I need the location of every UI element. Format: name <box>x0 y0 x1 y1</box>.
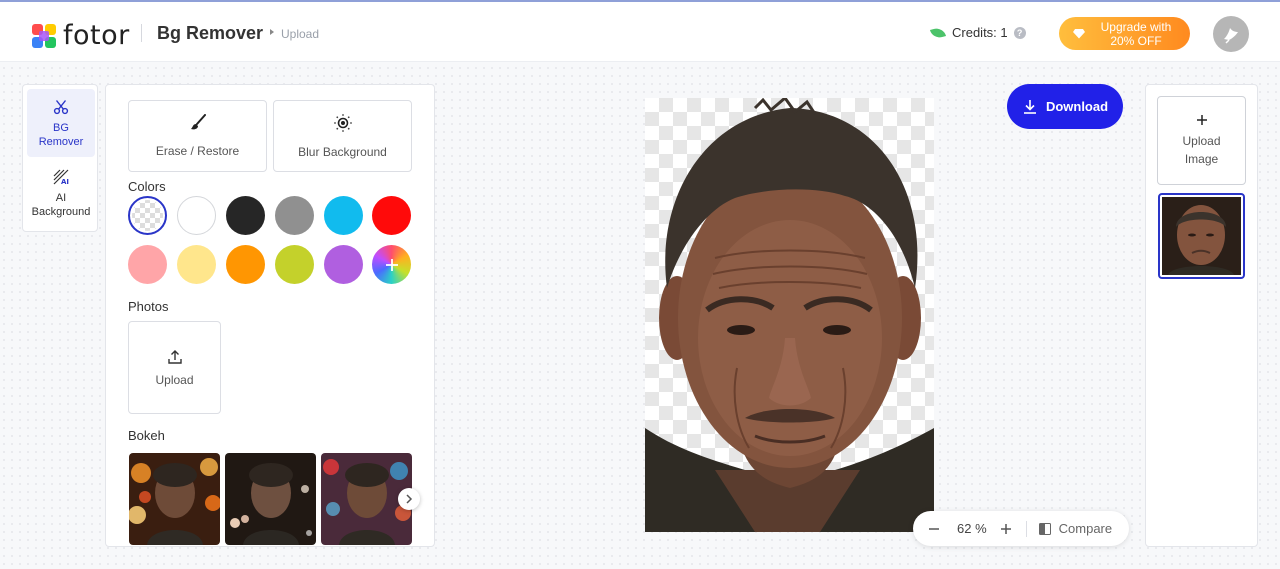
image-thumbnail-selected[interactable] <box>1158 193 1245 279</box>
diamond-icon <box>1073 28 1085 39</box>
compare-icon <box>1038 522 1051 535</box>
plus-icon <box>1000 523 1011 534</box>
colors-title: Colors <box>128 179 166 194</box>
upgrade-line2: 20% OFF <box>1110 33 1162 48</box>
add-custom-color-button[interactable] <box>372 245 411 284</box>
zoom-in-button[interactable] <box>994 517 1018 541</box>
bokeh-title: Bokeh <box>128 428 165 443</box>
fotor-logo[interactable]: fotor <box>31 20 130 51</box>
color-swatch-transparent[interactable] <box>128 196 167 235</box>
header-divider <box>141 24 142 42</box>
images-panel: Upload Image <box>1145 84 1258 547</box>
breadcrumb-upload[interactable]: Upload <box>281 27 319 41</box>
rail-item-ai-background[interactable]: AI AI Background <box>27 161 95 229</box>
rail-item-label: Remover <box>38 136 84 148</box>
rail-item-bg-remover[interactable]: BG Remover <box>27 89 95 157</box>
svg-text:AI: AI <box>61 178 69 185</box>
upgrade-line1: Upgrade with <box>1100 19 1172 34</box>
ai-background-icon: AI <box>53 169 69 185</box>
rail-item-label: BG <box>53 122 69 134</box>
plus-icon <box>1196 114 1207 125</box>
rail-item-label: AI <box>55 192 67 204</box>
compare-button[interactable]: Compare <box>1038 521 1113 536</box>
blur-icon <box>333 114 352 132</box>
help-icon[interactable]: ? <box>1013 26 1026 39</box>
zoom-controls: 62 % Compare <box>913 511 1129 546</box>
avatar[interactable] <box>1213 16 1249 52</box>
upload-image-line2: Image <box>1184 151 1219 166</box>
brush-icon <box>190 114 206 130</box>
color-swatch-yellow[interactable] <box>177 245 216 284</box>
minus-icon <box>929 527 939 530</box>
chevron-right-icon <box>406 494 413 504</box>
upgrade-button[interactable]: Upgrade with 20% OFF <box>1059 17 1190 50</box>
zoom-divider <box>1025 520 1027 537</box>
bokeh-thumbnail[interactable] <box>225 453 316 545</box>
color-swatch-black[interactable] <box>226 196 265 235</box>
color-swatch-red[interactable] <box>372 196 411 235</box>
upload-icon <box>167 349 182 364</box>
color-swatch-purple[interactable] <box>324 245 363 284</box>
download-button[interactable]: Download <box>1007 84 1123 129</box>
erase-restore-button[interactable]: Erase / Restore <box>128 100 267 172</box>
download-icon <box>1023 99 1036 114</box>
photo-upload-label: Upload <box>155 372 194 387</box>
bokeh-next-button[interactable] <box>398 488 420 510</box>
logo-wordmark: fotor <box>63 20 130 51</box>
upload-image-button[interactable]: Upload Image <box>1157 96 1246 185</box>
photos-title: Photos <box>128 299 169 314</box>
breadcrumb-chevron-icon <box>270 29 274 35</box>
color-swatch-lime[interactable] <box>275 245 314 284</box>
fotor-logo-icon <box>31 23 57 49</box>
plus-icon <box>385 258 398 271</box>
erase-restore-label: Erase / Restore <box>155 144 240 158</box>
zoom-out-button[interactable] <box>922 517 946 541</box>
blur-background-button[interactable]: Blur Background <box>273 100 412 172</box>
options-panel: Erase / Restore Blur Background Colors P… <box>105 84 435 547</box>
scissors-icon <box>53 100 69 115</box>
photo-upload-button[interactable]: Upload <box>128 321 221 414</box>
bird-icon <box>1224 28 1238 44</box>
rail-item-label: Background <box>31 206 91 218</box>
image-canvas[interactable] <box>645 98 934 532</box>
color-swatch-gray[interactable] <box>275 196 314 235</box>
credits-indicator: Credits: 1 ? <box>929 25 1026 40</box>
zoom-level: 62 % <box>957 521 987 536</box>
color-swatch-pink[interactable] <box>128 245 167 284</box>
compare-label: Compare <box>1058 521 1113 536</box>
top-header: fotor Bg Remover Upload Credits: 1 ? Upg… <box>0 0 1280 62</box>
tool-rail: BG Remover AI AI Background <box>22 84 98 232</box>
color-swatch-cyan[interactable] <box>324 196 363 235</box>
download-label: Download <box>1045 99 1109 114</box>
credits-label: Credits: 1 <box>952 25 1008 40</box>
leaf-icon <box>929 25 947 40</box>
upload-image-line1: Upload <box>1182 133 1221 148</box>
color-swatch-white[interactable] <box>177 196 216 235</box>
blur-background-label: Blur Background <box>298 145 387 159</box>
color-swatch-orange[interactable] <box>226 245 265 284</box>
cutout-portrait-image <box>645 98 934 532</box>
page-title: Bg Remover <box>157 23 264 43</box>
bokeh-thumbnail[interactable] <box>129 453 220 545</box>
